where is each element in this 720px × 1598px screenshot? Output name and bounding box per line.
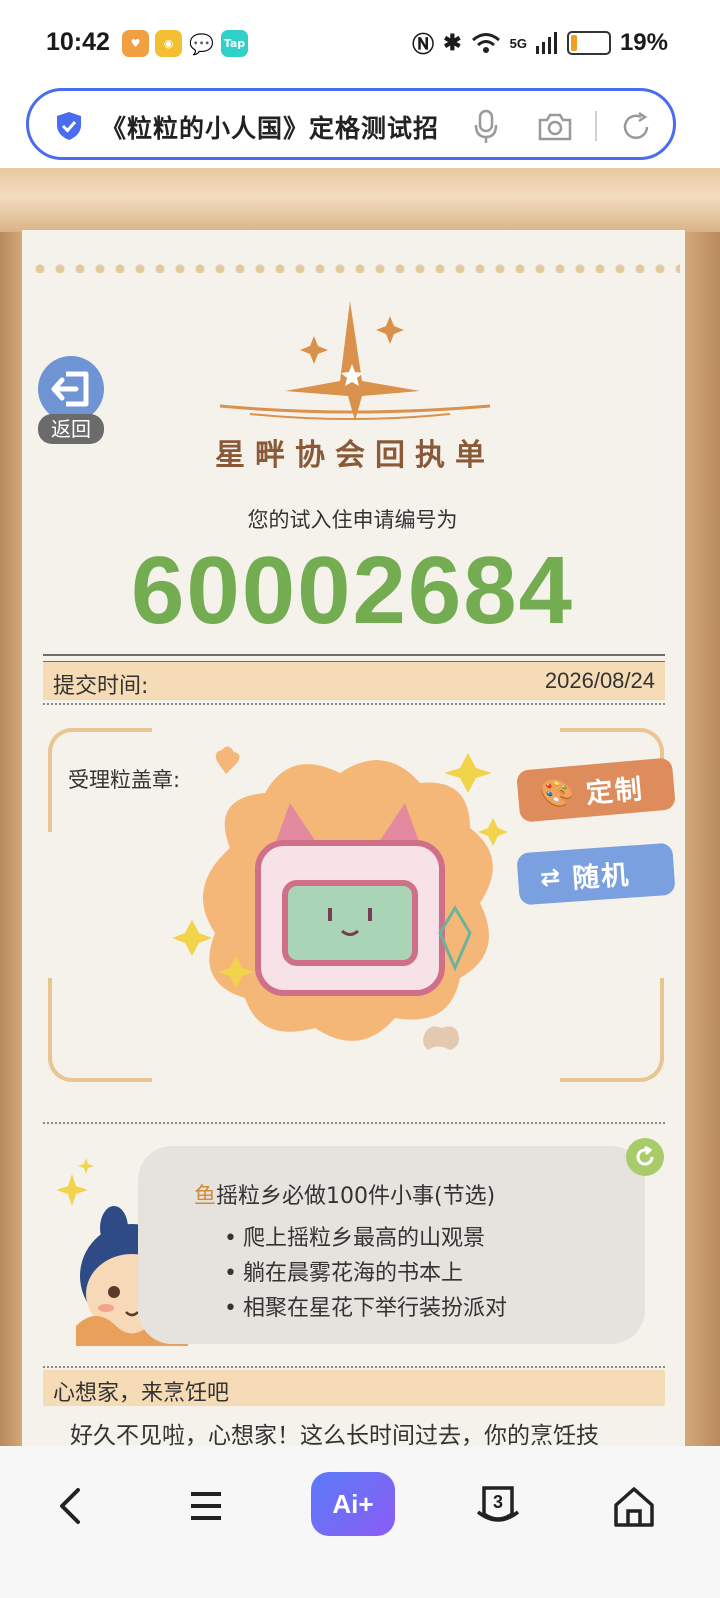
- todo-card-title-text: 摇粒乡必做100件小事(节选): [216, 1184, 496, 1209]
- status-app-icons: ♥ ◉ 💬 Tap: [122, 30, 248, 57]
- stamp-label: 受理粒盖章:: [68, 768, 181, 792]
- cooking-section-title: 心想家，来烹饪吧: [53, 1381, 230, 1406]
- ai-assistant-button[interactable]: Ai+: [311, 1472, 395, 1536]
- wood-side-left: [0, 232, 22, 1446]
- battery-icon: [566, 31, 611, 55]
- tv-mascot-stamp-icon: [172, 746, 508, 1050]
- exit-arrow-icon: [51, 371, 89, 407]
- nav-tabs-button[interactable]: 3: [468, 1476, 528, 1536]
- todo-card: 鱼摇粒乡必做100件小事(节选) 爬上摇粒乡最高的山观景 躺在晨雾花海的书本上 …: [138, 1146, 645, 1344]
- status-time: 10:42: [46, 28, 110, 56]
- battery-percent: 19%: [619, 29, 668, 56]
- submit-date: 2026/08/24: [544, 668, 655, 693]
- tab-count: 3: [493, 1492, 503, 1512]
- weibo-icon: ◉: [155, 30, 182, 57]
- status-indicators: Ⓝ ✱ 5G 19%: [412, 27, 668, 59]
- network-type: 5G: [509, 35, 527, 51]
- home-icon: [614, 1487, 654, 1527]
- star-logo-icon: [219, 301, 491, 421]
- list-item: 爬上摇粒乡最高的山观景: [224, 1220, 507, 1255]
- refresh-button[interactable]: [626, 1138, 664, 1176]
- menu-icon: [191, 1492, 221, 1520]
- search-query-text[interactable]: 《粒粒的小人国》定格测试招: [101, 109, 471, 145]
- camera-icon[interactable]: [537, 109, 573, 145]
- battery-fill: [570, 35, 578, 51]
- browser-bottom-nav: Ai+ 3: [0, 1446, 720, 1598]
- tabs-icon: 3: [476, 1486, 520, 1522]
- submit-time-band: 提交时间: 2026/08/24: [43, 662, 665, 700]
- perforation-dots: [30, 263, 680, 273]
- taptap-icon: Tap: [221, 30, 248, 57]
- shuffle-icon: ⇄: [539, 862, 564, 892]
- wechat-icon: 💬: [188, 30, 215, 57]
- frame-corner-tr: [560, 728, 664, 762]
- status-bar: 10:42 ♥ ◉ 💬 Tap Ⓝ ✱ 5G 19%: [0, 0, 720, 86]
- application-label: 您的试入住申请编号为: [247, 508, 458, 532]
- list-item: 躺在晨雾花海的书本上: [224, 1255, 507, 1290]
- nav-home-button[interactable]: [604, 1476, 664, 1536]
- random-button-label: 随机: [571, 859, 632, 895]
- frame-corner-br: [560, 978, 664, 1082]
- dotted-divider: [43, 1366, 665, 1368]
- wood-shelf: [0, 168, 720, 232]
- back-label[interactable]: 返回: [38, 414, 104, 444]
- signal-icon: [535, 32, 557, 54]
- microphone-icon[interactable]: [473, 109, 499, 145]
- submit-time-label: 提交时间:: [53, 674, 149, 699]
- list-item: 相聚在星花下举行装扮派对: [224, 1290, 507, 1325]
- heart-app-icon: ♥: [122, 30, 149, 57]
- shield-icon: [57, 112, 81, 140]
- search-divider: [595, 111, 597, 141]
- nav-back-button[interactable]: [40, 1476, 100, 1536]
- wood-side-right: [684, 232, 720, 1446]
- application-number: 60002684: [130, 537, 575, 644]
- custom-button-label: 定制: [584, 773, 646, 810]
- cooking-intro-text: 好久不见啦，心想家！这么长时间过去，你的烹饪技: [70, 1423, 599, 1446]
- webpage-content: 星畔协会回执单 返回 您的试入住申请编号为 60002684 提交时间: 202…: [0, 168, 720, 1446]
- refresh-icon: [636, 1145, 654, 1166]
- cooking-section-band: 心想家，来烹饪吧: [43, 1370, 665, 1406]
- chevron-left-icon: [60, 1488, 80, 1524]
- logo-title: 星畔协会回执单: [215, 438, 495, 473]
- random-button[interactable]: ⇄ 随机: [516, 842, 676, 906]
- todo-list: 爬上摇粒乡最高的山观景 躺在晨雾花海的书本上 相聚在星花下举行装扮派对: [224, 1220, 507, 1325]
- frame-corner-bl: [48, 978, 152, 1082]
- wifi-icon: [471, 33, 500, 53]
- address-search-bar[interactable]: 《粒粒的小人国》定格测试招: [26, 88, 676, 160]
- reload-icon[interactable]: [619, 109, 653, 145]
- todo-card-title: 鱼摇粒乡必做100件小事(节选): [194, 1178, 495, 1210]
- nfc-icon: Ⓝ: [412, 32, 435, 57]
- dotted-divider: [43, 703, 665, 705]
- bluetooth-icon: ✱: [443, 30, 462, 55]
- nav-menu-button[interactable]: [176, 1476, 236, 1536]
- dotted-divider: [43, 1122, 665, 1124]
- back-button[interactable]: [38, 356, 104, 422]
- palette-icon: 🎨: [538, 776, 578, 811]
- todo-card-highlight: 鱼: [194, 1184, 217, 1209]
